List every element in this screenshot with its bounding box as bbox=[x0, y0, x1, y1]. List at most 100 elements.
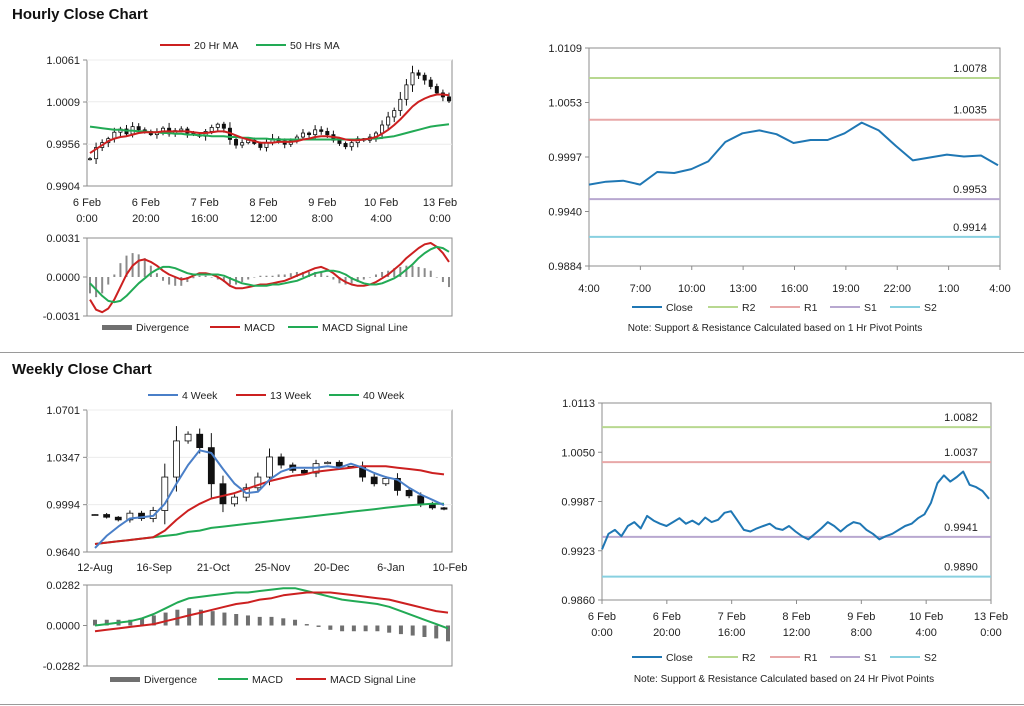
weekly-divergence-bar bbox=[363, 625, 368, 632]
weekly-price-x-label: 21-Oct bbox=[197, 562, 230, 574]
hourly-price-x-label: 13 Feb bbox=[423, 197, 457, 209]
weekly-pivot-note: Note: Support & Resistance Calculated ba… bbox=[634, 674, 934, 685]
weekly-divergence-bar bbox=[210, 611, 215, 626]
weekly-price-y-label: 1.0347 bbox=[46, 452, 80, 464]
weekly-pivot-level-label: 0.9941 bbox=[944, 522, 978, 534]
hourly-price-x-label: 20:00 bbox=[132, 213, 160, 225]
hourly-price-x-label: 0:00 bbox=[76, 213, 97, 225]
weekly-macd-y-label: 0.0282 bbox=[46, 580, 80, 592]
hourly-candle-body bbox=[234, 139, 239, 146]
weekly-candle-body bbox=[300, 469, 308, 474]
hourly-price-y-label: 0.9904 bbox=[46, 181, 80, 193]
hourly-divergence-bar bbox=[192, 277, 195, 279]
hourly-divergence-bar bbox=[417, 266, 420, 277]
weekly-pivot-legend-label: S2 bbox=[924, 652, 937, 664]
hourly-candle-body bbox=[349, 142, 354, 148]
weekly-divergence-bar bbox=[222, 612, 227, 626]
hourly-price-legend-label: 50 Hrs MA bbox=[290, 40, 340, 52]
hourly-divergence-bar bbox=[143, 258, 146, 277]
hourly-candle-body bbox=[209, 127, 214, 132]
hourly-macd-legend-label: MACD bbox=[244, 322, 275, 334]
weekly-candle-body bbox=[103, 514, 111, 518]
hourly-pivot-level-label: 1.0078 bbox=[953, 63, 987, 75]
hourly-pivot-x-label: 13:00 bbox=[729, 283, 757, 295]
hourly-candle-body bbox=[343, 143, 348, 148]
hourly-divergence-bar bbox=[362, 277, 365, 280]
weekly-candle-body bbox=[405, 490, 413, 497]
hourly-macd-y-label: 0.0031 bbox=[46, 233, 80, 245]
hourly-candle-body bbox=[300, 132, 305, 138]
hourly-pivot-x-label: 1:00 bbox=[938, 283, 959, 295]
weekly-pivot-x-label: 8 Feb bbox=[782, 611, 810, 623]
hourly-candle-body bbox=[240, 142, 245, 146]
weekly-pivot-x-label: 4:00 bbox=[915, 627, 936, 639]
weekly-pivot-x-label: 12:00 bbox=[783, 627, 811, 639]
hourly-price-x-label: 12:00 bbox=[250, 213, 278, 225]
hourly-divergence-bar bbox=[119, 263, 122, 277]
weekly-price-x-label: 16-Sep bbox=[136, 562, 171, 574]
weekly-candle-body bbox=[324, 461, 332, 465]
weekly-macd-legend-label: Divergence bbox=[144, 674, 197, 686]
hourly-pivot-x-label: 19:00 bbox=[832, 283, 860, 295]
weekly-divergence-bar bbox=[375, 625, 380, 632]
hourly-divergence-bar bbox=[332, 277, 335, 280]
hourly-divergence-bar bbox=[168, 277, 171, 285]
hourly-divergence-bar bbox=[441, 277, 444, 283]
hourly-divergence-bar bbox=[113, 274, 116, 277]
weekly-pivot-x-label: 0:00 bbox=[980, 627, 1001, 639]
weekly-pivot-y-label: 1.0113 bbox=[562, 398, 595, 410]
hourly-divergence-bar bbox=[198, 275, 201, 277]
hourly-candle-body bbox=[398, 98, 403, 111]
weekly-pivot-x-label: 8:00 bbox=[851, 627, 872, 639]
hourly-price-x-label: 0:00 bbox=[429, 213, 450, 225]
hourly-pivot-legend-label: S2 bbox=[924, 302, 937, 314]
hourly-divergence-bar bbox=[374, 274, 377, 277]
hourly-candle-body bbox=[404, 84, 409, 100]
weekly-price-x-label: 25-Nov bbox=[255, 562, 291, 574]
weekly-price-y-label: 1.0701 bbox=[46, 405, 80, 417]
weekly-pivot-x-label: 7 Feb bbox=[718, 611, 746, 623]
weekly-divergence-bar bbox=[234, 614, 239, 626]
hourly-candle-body bbox=[416, 72, 421, 76]
hourly-pivot-y-label: 0.9997 bbox=[548, 152, 582, 164]
weekly-macd-legend-label: MACD bbox=[252, 674, 283, 686]
hourly-candle-body bbox=[446, 96, 451, 102]
weekly-pivot-x-label: 16:00 bbox=[718, 627, 746, 639]
hourly-candle-body bbox=[428, 79, 433, 87]
hourly-macd-legend-label: MACD Signal Line bbox=[322, 322, 408, 334]
weekly-pivot-level-label: 1.0082 bbox=[944, 412, 978, 424]
weekly-pivot-x-label: 6 Feb bbox=[653, 611, 681, 623]
weekly-pivot-legend-label: R1 bbox=[804, 652, 818, 664]
hourly-pivot-x-label: 7:00 bbox=[630, 283, 651, 295]
weekly-divergence-bar bbox=[163, 612, 168, 626]
weekly-price-legend-label: 40 Week bbox=[363, 390, 405, 402]
weekly-pivot-y-label: 0.9987 bbox=[561, 497, 595, 509]
hourly-price-x-label: 8 Feb bbox=[249, 197, 277, 209]
weekly-divergence-bar bbox=[304, 624, 309, 626]
hourly-macd-legend-label: Divergence bbox=[136, 322, 189, 334]
hourly-candle-body bbox=[410, 72, 415, 86]
weekly-price-legend-label: 4 Week bbox=[182, 390, 218, 402]
weekly-price-x-label: 12-Aug bbox=[77, 562, 112, 574]
hourly-price-x-label: 6 Feb bbox=[73, 197, 101, 209]
weekly-price-y-label: 0.9994 bbox=[46, 500, 80, 512]
weekly-divergence-bar bbox=[387, 625, 392, 633]
weekly-divergence-bar bbox=[245, 615, 250, 626]
hourly-divergence-bar bbox=[259, 275, 262, 277]
hourly-divergence-bar bbox=[326, 275, 329, 277]
hourly-pivot-y-label: 0.9884 bbox=[548, 261, 582, 273]
hourly-price-x-label: 16:00 bbox=[191, 213, 219, 225]
hourly-divergence-bar bbox=[289, 273, 292, 277]
hourly-pivot-x-label: 22:00 bbox=[883, 283, 911, 295]
hourly-candle-body bbox=[386, 116, 391, 126]
hourly-price-legend-label: 20 Hr MA bbox=[194, 40, 238, 52]
hourly-divergence-bar bbox=[381, 271, 384, 277]
hourly-price-x-label: 4:00 bbox=[370, 213, 391, 225]
hourly-candle-body bbox=[337, 139, 342, 144]
charts-canvas: 1.0061 1.0009 0.9956 0.9904 6 Feb 0:00 6 Feb 20… bbox=[43, 40, 1011, 686]
weekly-pivot-x-label: 0:00 bbox=[591, 627, 612, 639]
hourly-pivot-level-label: 0.9914 bbox=[953, 222, 987, 234]
weekly-pivot-x-label: 6 Feb bbox=[588, 611, 616, 623]
weekly-divergence-bar bbox=[316, 625, 321, 627]
weekly-candle-body bbox=[417, 495, 425, 505]
